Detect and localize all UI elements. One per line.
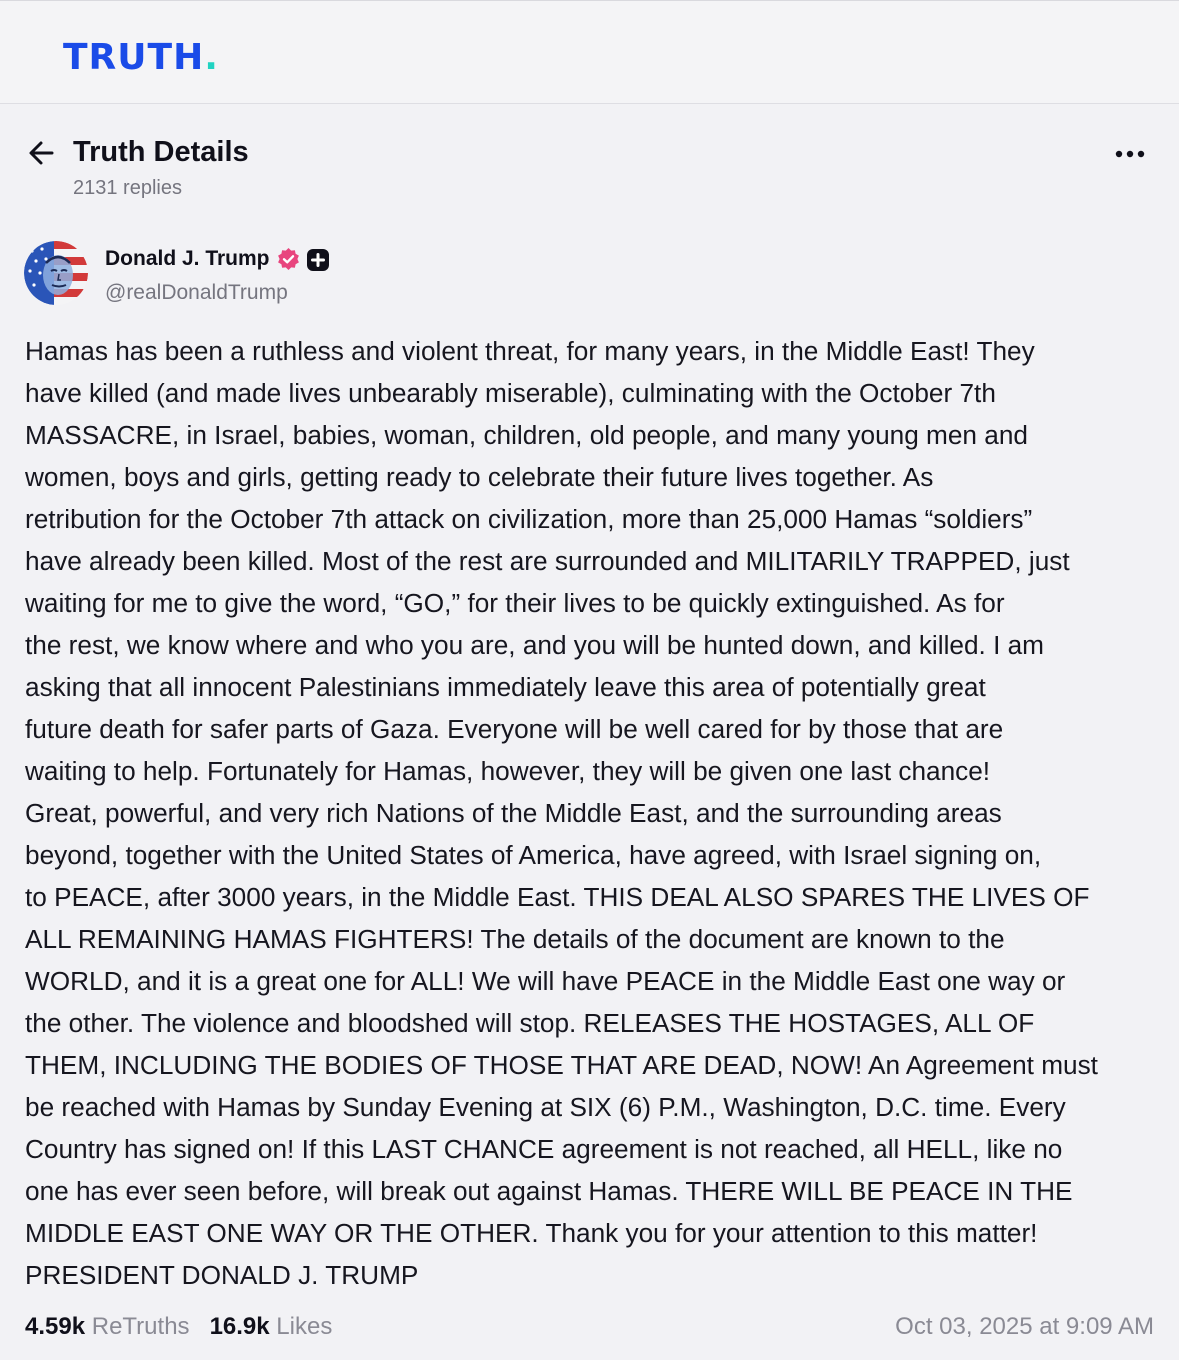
likes-label: Likes bbox=[276, 1313, 333, 1340]
ellipsis-horizontal-icon bbox=[1115, 150, 1145, 158]
top-bar: TRUTH. bbox=[0, 0, 1179, 104]
logo-dot: . bbox=[204, 37, 219, 78]
post-timestamp: Oct 03, 2025 at 9:09 AM bbox=[895, 1313, 1154, 1340]
logo-text: TRUTH bbox=[63, 37, 205, 78]
likes-count: 16.9k bbox=[209, 1313, 270, 1340]
retruths-count: 4.59k bbox=[25, 1313, 86, 1340]
verified-badge-icon bbox=[276, 247, 301, 272]
retruths-stat[interactable]: 4.59k ReTruths bbox=[25, 1311, 190, 1343]
post-author: Donald J. Trump @realDonaldTrump bbox=[0, 236, 1179, 316]
author-name[interactable]: Donald J. Trump bbox=[105, 246, 270, 272]
plus-badge-icon bbox=[306, 248, 330, 272]
arrow-left-icon bbox=[29, 141, 54, 165]
avatar-image bbox=[24, 241, 88, 305]
author-handle[interactable]: @realDonaldTrump bbox=[105, 280, 288, 306]
reply-count: 2131 replies bbox=[73, 177, 182, 199]
retruths-label: ReTruths bbox=[91, 1313, 190, 1340]
more-options-button[interactable] bbox=[1112, 142, 1148, 166]
likes-stat[interactable]: 16.9k Likes bbox=[210, 1311, 333, 1343]
post-stats: 4.59k ReTruths 16.9k Likes bbox=[25, 1311, 332, 1343]
truth-logo[interactable]: TRUTH. bbox=[63, 37, 219, 79]
avatar[interactable] bbox=[24, 241, 88, 305]
back-button[interactable] bbox=[26, 137, 58, 169]
page-header: Truth Details 2131 replies bbox=[0, 104, 1179, 214]
page-title: Truth Details bbox=[73, 136, 249, 168]
post-text: Hamas has been a ruthless and violent th… bbox=[25, 336, 1098, 1290]
